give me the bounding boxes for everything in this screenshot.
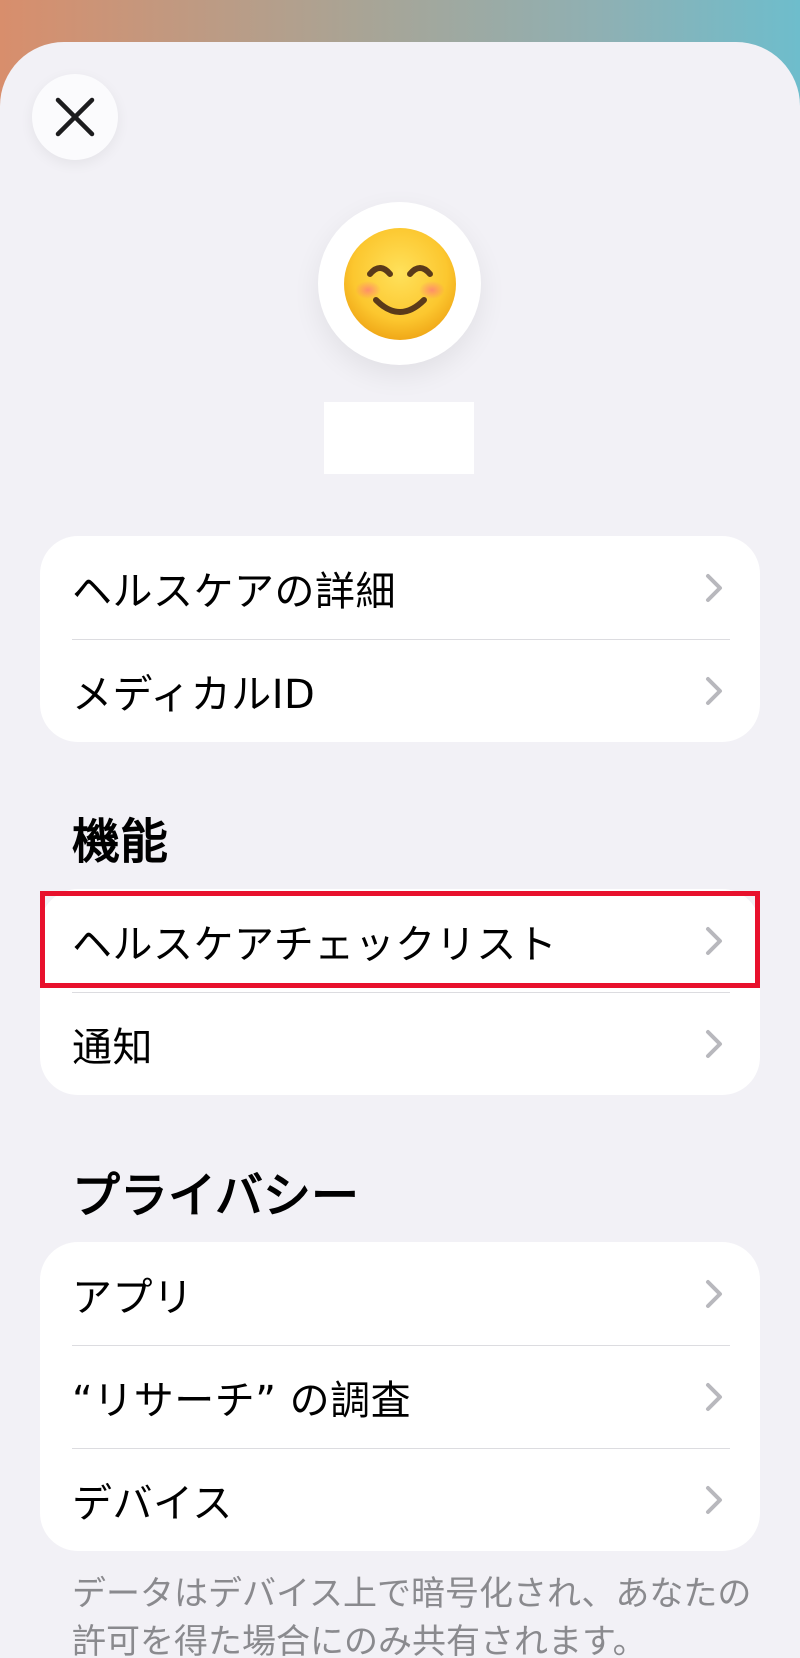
- close-button[interactable]: [32, 74, 118, 160]
- redacted-name: [324, 402, 474, 474]
- features-section-title: 機能: [72, 814, 169, 870]
- health-details-row[interactable]: ヘルスケアの詳細: [40, 536, 760, 639]
- apps-row[interactable]: アプリ: [40, 1242, 760, 1345]
- medical-id-row[interactable]: メディカルID: [40, 639, 760, 742]
- chevron-right-icon: [706, 1030, 722, 1058]
- notifications-label: 通知: [72, 1024, 153, 1071]
- medical-id-label: メディカルID: [72, 671, 316, 718]
- chevron-right-icon: [706, 1280, 722, 1308]
- devices-row[interactable]: デバイス: [40, 1448, 760, 1551]
- smiling-face-icon: [343, 227, 456, 340]
- health-info-group: ヘルスケアの詳細 メディカルID: [40, 536, 760, 742]
- health-details-label: ヘルスケアの詳細: [72, 568, 396, 615]
- avatar[interactable]: [318, 202, 481, 365]
- privacy-section-title: プライバシー: [72, 1168, 360, 1224]
- apps-label: アプリ: [72, 1274, 194, 1321]
- chevron-right-icon: [706, 677, 722, 705]
- close-icon: [55, 97, 95, 137]
- privacy-group: アプリ “リサーチ” の調査 デバイス: [40, 1242, 760, 1551]
- chevron-right-icon: [706, 574, 722, 602]
- research-studies-row[interactable]: “リサーチ” の調査: [40, 1345, 760, 1448]
- profile-sheet: ヘルスケアの詳細 メディカルID 機能 ヘルスケアチェックリスト 通知 プライバ…: [0, 42, 800, 1658]
- chevron-right-icon: [706, 1486, 722, 1514]
- privacy-footnote: データはデバイス上で暗号化され、あなたの許可を得た場合にのみ共有されます。: [72, 1574, 752, 1658]
- highlight-box: [40, 891, 760, 988]
- research-studies-label: “リサーチ” の調査: [72, 1377, 412, 1424]
- chevron-right-icon: [706, 1383, 722, 1411]
- devices-label: デバイス: [72, 1480, 233, 1527]
- notifications-row[interactable]: 通知: [40, 992, 760, 1095]
